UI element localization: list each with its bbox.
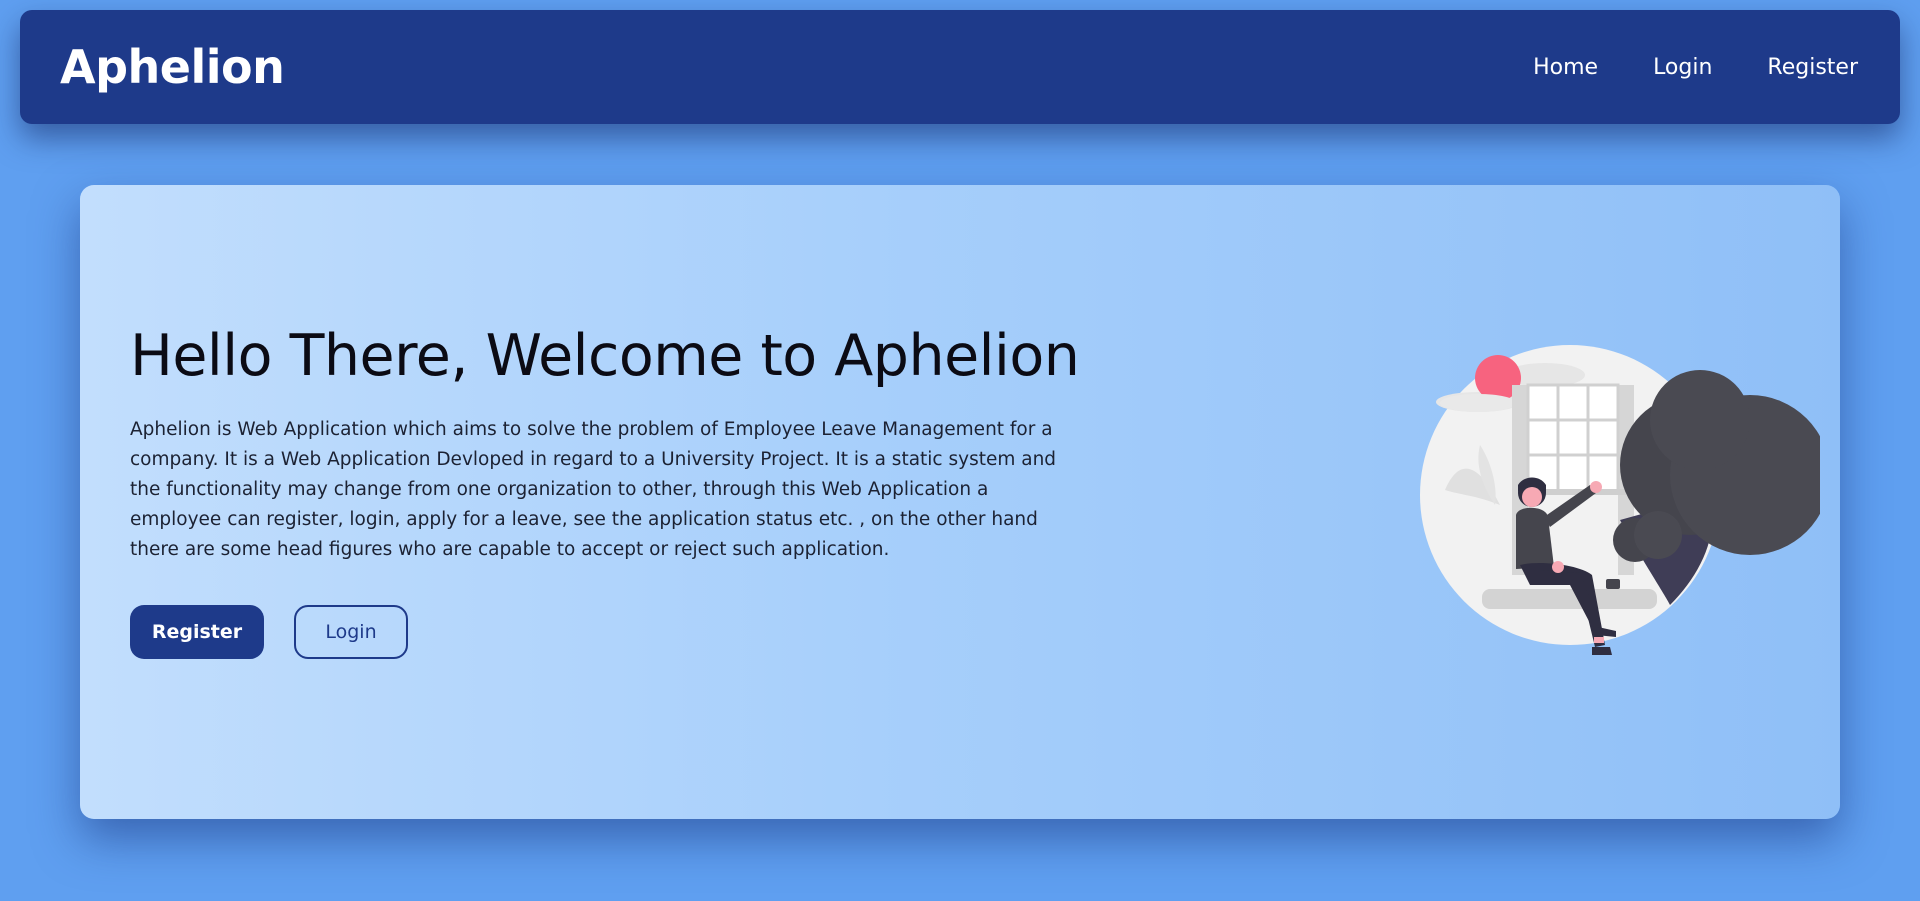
hero-title: Hello There, Welcome to Aphelion (130, 323, 1080, 389)
nav-link-login[interactable]: Login (1653, 55, 1712, 80)
nav-link-register[interactable]: Register (1767, 55, 1858, 80)
nav-link-home[interactable]: Home (1533, 55, 1598, 80)
hero-card: Hello There, Welcome to Aphelion Aphelio… (80, 185, 1840, 819)
hero-description: Aphelion is Web Application which aims t… (130, 419, 1057, 560)
nav-links: Home Login Register (1478, 10, 1858, 124)
login-button[interactable]: Login (294, 605, 408, 659)
woman-sitting-by-window-illustration (1420, 345, 1830, 685)
register-button[interactable]: Register (130, 605, 264, 659)
brand-logo[interactable]: Aphelion (60, 10, 285, 124)
navbar: Aphelion Home Login Register (20, 10, 1900, 124)
